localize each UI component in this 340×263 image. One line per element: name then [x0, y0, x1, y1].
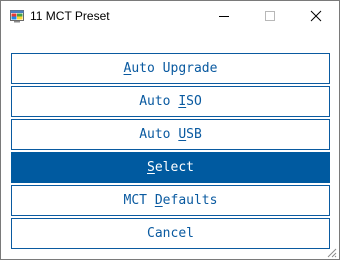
- mnemonic-letter: I: [178, 94, 187, 109]
- mnemonic-letter: S: [147, 160, 155, 175]
- cancel-button[interactable]: Cancel: [11, 218, 330, 249]
- mnemonic-letter: D: [154, 193, 163, 208]
- mct-preset-window: 11 MCT Preset Auto Upgrade Auto I SO Auto…: [0, 0, 340, 260]
- mct-defaults-button[interactable]: MCT Defaults: [11, 185, 330, 216]
- maximize-icon: [265, 11, 275, 21]
- maximize-button[interactable]: [247, 1, 293, 32]
- select-button[interactable]: Select: [11, 152, 330, 183]
- auto-iso-button[interactable]: Auto I SO: [11, 86, 330, 117]
- window-title: 11 MCT Preset: [30, 9, 110, 23]
- mct-app-icon: [10, 10, 24, 23]
- resize-grip-icon[interactable]: [325, 245, 337, 258]
- auto-upgrade-button[interactable]: Auto Upgrade: [11, 53, 330, 84]
- minimize-icon: [219, 16, 229, 17]
- minimize-button[interactable]: [201, 1, 247, 32]
- auto-usb-button[interactable]: Auto U SB: [11, 119, 330, 150]
- mnemonic-letter: U: [178, 127, 187, 142]
- title-bar[interactable]: 11 MCT Preset: [1, 1, 339, 32]
- close-button[interactable]: [293, 1, 339, 32]
- close-icon: [310, 10, 322, 22]
- mnemonic-letter: A: [123, 61, 132, 76]
